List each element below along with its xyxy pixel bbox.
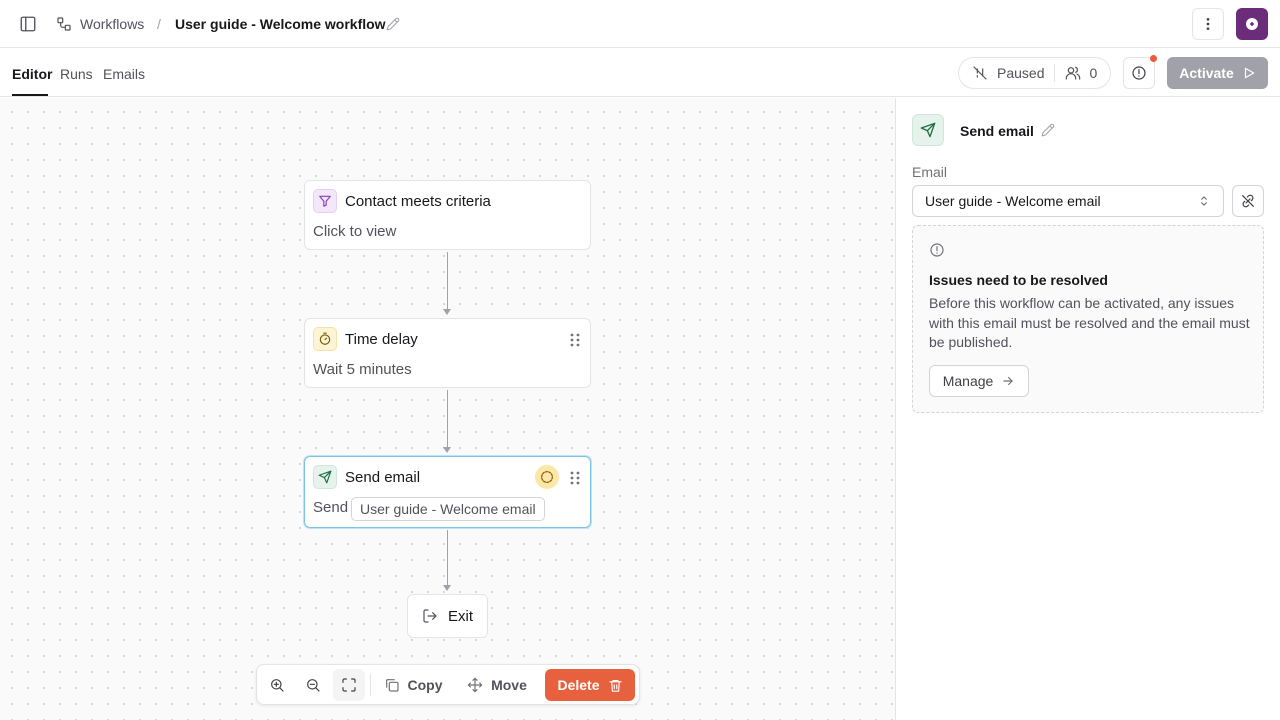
toolbar-divider <box>370 674 371 696</box>
tab-editor[interactable]: Editor <box>12 65 52 83</box>
manage-button[interactable]: Manage <box>929 365 1029 397</box>
drag-handle-icon[interactable] <box>569 333 581 347</box>
more-vertical-icon <box>1206 18 1210 30</box>
workflow-title: User guide - Welcome workflow <box>175 16 386 32</box>
trash-icon <box>608 679 622 692</box>
send-title: Send email <box>345 469 421 486</box>
tab-runs[interactable]: Runs <box>60 65 93 83</box>
more-options-button[interactable] <box>1192 8 1224 40</box>
move-label: Move <box>491 677 527 693</box>
delay-subtitle: Wait 5 minutes <box>313 361 412 378</box>
zoom-out-button[interactable] <box>297 669 329 701</box>
alert-notification-dot <box>1150 55 1157 62</box>
connector-arrow <box>443 447 451 453</box>
issues-description: Before this workflow can be activated, a… <box>929 295 1250 350</box>
move-button[interactable]: Move <box>462 669 532 701</box>
drag-handle-icon[interactable] <box>569 471 581 485</box>
pill-divider <box>1054 64 1056 82</box>
alert-circle-icon <box>1132 66 1146 80</box>
status-label: Paused <box>997 65 1045 81</box>
manage-label: Manage <box>942 373 994 389</box>
avatar[interactable] <box>1236 8 1268 40</box>
exit-icon <box>423 609 437 623</box>
zoom-out-icon <box>307 679 320 692</box>
delay-title: Time delay <box>345 331 418 348</box>
timer-icon <box>313 327 337 351</box>
zoom-in-button[interactable] <box>261 669 293 701</box>
trigger-subtitle: Click to view <box>313 223 397 240</box>
send-icon <box>313 465 337 489</box>
connector-arrow <box>443 585 451 591</box>
time-delay-node[interactable]: Time delay Wait 5 minutes <box>304 318 591 388</box>
workflow-canvas[interactable]: Contact meets criteria Click to view Tim… <box>0 98 895 720</box>
activate-label: Activate <box>1179 65 1234 81</box>
edit-title-pencil-icon[interactable] <box>385 16 401 32</box>
email-field-label: Email <box>912 164 948 180</box>
move-icon <box>467 677 483 693</box>
workflow-icon <box>55 15 73 33</box>
trigger-title: Contact meets criteria <box>345 193 491 210</box>
send-icon <box>912 114 944 146</box>
warning-add-icon[interactable] <box>535 465 559 489</box>
panel-title: Send email <box>960 123 1034 139</box>
sidebar-toggle-icon[interactable] <box>18 14 38 34</box>
activate-button[interactable]: Activate <box>1167 57 1268 89</box>
arrow-right-icon <box>1003 376 1013 386</box>
tabs-row: Editor Runs Emails Paused 0 Activate <box>0 48 1280 97</box>
tab-emails[interactable]: Emails <box>103 65 145 83</box>
zoom-in-icon <box>271 679 284 692</box>
email-chip[interactable]: User guide - Welcome email <box>351 497 545 521</box>
email-select[interactable]: User guide - Welcome email <box>912 185 1224 217</box>
connector-line <box>447 252 448 310</box>
delete-button[interactable]: Delete <box>545 669 635 701</box>
breadcrumb-separator: / <box>157 16 161 32</box>
pause-off-icon <box>972 65 988 81</box>
fit-view-icon <box>342 678 356 692</box>
send-email-node[interactable]: Send email Send User guide - Welcome ema… <box>304 456 591 528</box>
breadcrumb-workflows[interactable]: Workflows <box>80 15 144 33</box>
send-prefix: Send <box>313 499 349 516</box>
workflow-status-pill[interactable]: Paused 0 <box>958 57 1111 89</box>
unlink-email-button[interactable] <box>1232 185 1264 217</box>
email-select-value: User guide - Welcome email <box>925 193 1101 209</box>
users-icon <box>1065 65 1081 81</box>
play-icon <box>1244 67 1254 79</box>
info-icon <box>929 242 945 258</box>
participants-count: 0 <box>1089 65 1098 81</box>
trigger-node[interactable]: Contact meets criteria Click to view <box>304 180 591 250</box>
chevron-updown-icon <box>1197 194 1211 208</box>
connector-line <box>447 530 448 586</box>
exit-node[interactable]: Exit <box>407 594 488 638</box>
exit-label: Exit <box>447 607 473 625</box>
copy-icon <box>385 679 399 692</box>
edit-step-pencil-icon[interactable] <box>1041 123 1055 137</box>
copy-label: Copy <box>407 677 443 693</box>
canvas-toolbar: Copy Move Delete <box>256 664 640 705</box>
delete-label: Delete <box>557 677 600 693</box>
unlink-icon <box>1242 194 1254 208</box>
filter-icon <box>313 189 337 213</box>
connector-arrow <box>443 309 451 315</box>
copy-button[interactable]: Copy <box>378 669 448 701</box>
issues-button[interactable] <box>1123 57 1155 89</box>
issues-callout: Issues need to be resolved Before this w… <box>912 225 1264 413</box>
connector-line <box>447 390 448 448</box>
fit-view-button[interactable] <box>333 669 365 701</box>
step-details-panel: Send email Email User guide - Welcome em… <box>895 98 1280 720</box>
active-tab-indicator <box>12 94 48 96</box>
issues-title: Issues need to be resolved <box>929 272 1108 288</box>
top-bar: Workflows / User guide - Welcome workflo… <box>0 0 1280 48</box>
avatar-logo-icon <box>1246 18 1258 30</box>
